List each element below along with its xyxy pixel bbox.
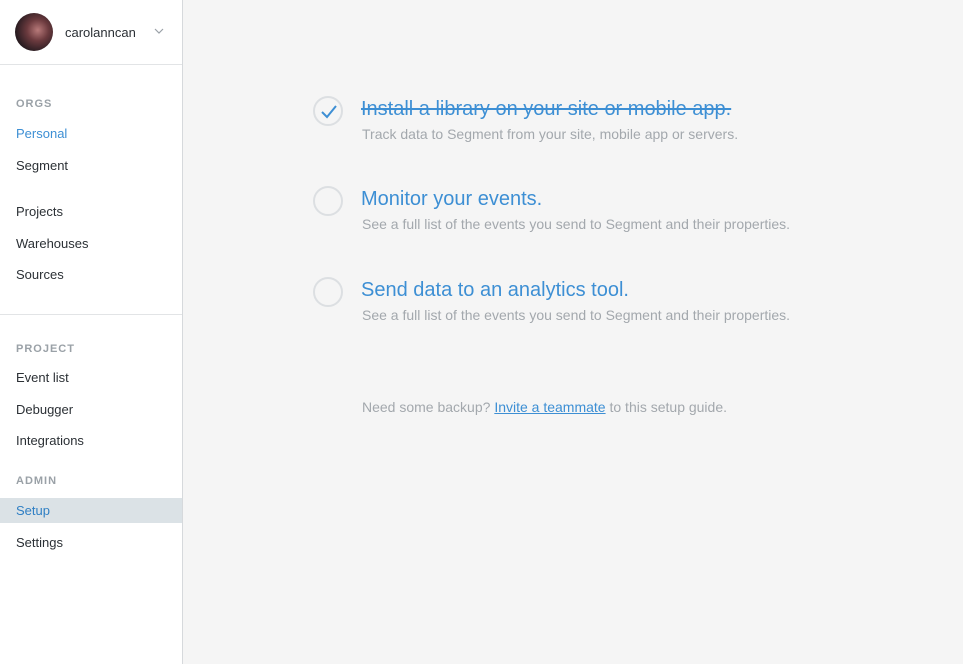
sidebar-item-warehouses[interactable]: Warehouses bbox=[0, 231, 182, 256]
help-suffix: to this setup guide. bbox=[609, 399, 728, 415]
sidebar-item-setup[interactable]: Setup bbox=[0, 498, 182, 523]
chevron-down-icon[interactable] bbox=[154, 28, 164, 35]
step-description: See a full list of the events you send t… bbox=[362, 307, 791, 323]
sidebar-item-settings[interactable]: Settings bbox=[0, 530, 182, 555]
step-title[interactable]: Send data to an analytics tool. bbox=[361, 279, 629, 302]
sidebar-item-sources[interactable]: Sources bbox=[0, 262, 182, 287]
help-text: Need some backup? Invite a teammate to t… bbox=[362, 399, 727, 415]
check-icon bbox=[321, 105, 337, 119]
step-status-toggle[interactable] bbox=[313, 96, 343, 126]
sidebar-item-projects[interactable]: Projects bbox=[0, 199, 182, 224]
invite-teammate-link[interactable]: Invite a teammate bbox=[494, 399, 605, 415]
sidebar-item-event-list[interactable]: Event list bbox=[0, 365, 182, 390]
help-prefix: Need some backup? bbox=[362, 399, 491, 415]
step-title[interactable]: Install a library on your site or mobile… bbox=[361, 98, 731, 121]
project-section-label: PROJECT bbox=[16, 343, 75, 355]
step-description: Track data to Segment from your site, mo… bbox=[362, 126, 739, 142]
user-menu[interactable]: carolanncan bbox=[0, 0, 182, 65]
sidebar-item-integrations[interactable]: Integrations bbox=[0, 428, 182, 453]
sidebar-item-personal[interactable]: Personal bbox=[0, 121, 182, 146]
sidebar-divider bbox=[0, 314, 182, 315]
step-description: See a full list of the events you send t… bbox=[362, 216, 791, 232]
step-title[interactable]: Monitor your events. bbox=[361, 188, 542, 211]
step-status-toggle[interactable] bbox=[313, 277, 343, 307]
sidebar-item-segment[interactable]: Segment bbox=[0, 153, 182, 178]
orgs-section-label: ORGS bbox=[16, 98, 53, 110]
sidebar: carolanncan ORGS Personal Segment Projec… bbox=[0, 0, 183, 664]
admin-section-label: ADMIN bbox=[16, 475, 58, 487]
sidebar-item-debugger[interactable]: Debugger bbox=[0, 397, 182, 422]
avatar bbox=[15, 13, 53, 51]
step-status-toggle[interactable] bbox=[313, 186, 343, 216]
username: carolanncan bbox=[65, 24, 136, 40]
